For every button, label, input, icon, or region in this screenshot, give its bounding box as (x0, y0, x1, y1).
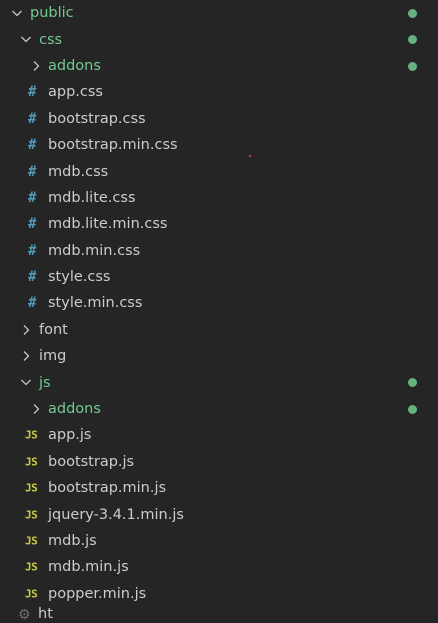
file-app-js[interactable]: JS app.js (0, 422, 438, 448)
js-file-icon: JS (25, 587, 38, 601)
folder-js-addons[interactable]: addons (0, 396, 438, 422)
folder-label: addons (48, 401, 101, 418)
hash-css-icon: # (28, 110, 37, 127)
folder-js[interactable]: js (0, 369, 438, 395)
file-style-min-css[interactable]: # style.min.css (0, 290, 438, 316)
gear-icon: ⚙ (18, 607, 31, 623)
file-explorer: { "colors": { "background": "#252526", "… (0, 0, 438, 623)
folder-css[interactable]: css (0, 26, 438, 52)
js-file-icon: JS (25, 481, 38, 495)
partial-row[interactable]: ⚙ ht (0, 603, 438, 623)
file-label: style.min.css (48, 295, 143, 312)
file-label: bootstrap.min.js (48, 480, 167, 497)
file-label: mdb.js (48, 533, 97, 549)
file-mdb-min-css[interactable]: # mdb.min.css (0, 238, 438, 264)
explorer-tree: public css addons # app.css # bootstrap.… (0, 0, 438, 607)
chevron-down-icon (10, 6, 24, 20)
hash-css-icon: # (28, 137, 37, 154)
modified-indicator (408, 35, 417, 45)
file-label: app.js (48, 427, 92, 444)
modified-indicator (408, 404, 417, 414)
js-file-icon: JS (25, 560, 38, 574)
modified-indicator (408, 9, 417, 18)
hash-css-icon: # (28, 269, 37, 286)
chevron-down-icon (19, 375, 33, 389)
chevron-down-icon (19, 32, 33, 46)
file-bootstrap-css[interactable]: # bootstrap.css (0, 106, 438, 132)
file-bootstrap-min-css[interactable]: # bootstrap.min.css (0, 132, 438, 158)
file-label: mdb.lite.css (48, 189, 136, 206)
folder-public[interactable]: public (0, 0, 438, 26)
file-label: mdb.lite.min.css (48, 216, 168, 233)
file-bootstrap-js[interactable]: JS bootstrap.js (0, 449, 438, 475)
file-label: bootstrap.js (48, 453, 135, 470)
red-speck (249, 155, 251, 157)
partial-label: ht (38, 606, 53, 622)
js-file-icon: JS (25, 428, 38, 442)
file-label: popper.min.js (48, 585, 147, 602)
folder-label: js (39, 374, 51, 391)
file-label: jquery-3.4.1.min.js (48, 506, 184, 523)
folder-img[interactable]: img (0, 343, 438, 369)
js-file-icon: JS (25, 455, 38, 469)
js-file-icon: JS (25, 508, 38, 522)
folder-label: img (39, 348, 67, 365)
folder-label: addons (48, 57, 101, 74)
chevron-right-icon (19, 323, 33, 337)
chevron-right-icon (29, 59, 43, 73)
hash-css-icon: # (28, 216, 37, 233)
file-mdb-css[interactable]: # mdb.css (0, 158, 438, 184)
hash-css-icon: # (28, 84, 37, 101)
file-label: bootstrap.min.css (48, 137, 178, 154)
folder-label: font (39, 321, 68, 338)
file-label: style.css (48, 269, 111, 286)
file-label: bootstrap.css (48, 110, 146, 127)
hash-css-icon: # (28, 295, 37, 312)
folder-label: public (30, 5, 74, 22)
hash-css-icon: # (28, 242, 37, 259)
file-jquery-min-js[interactable]: JS jquery-3.4.1.min.js (0, 501, 438, 527)
folder-css-addons[interactable]: addons (0, 53, 438, 79)
js-file-icon: JS (25, 534, 38, 548)
file-style-css[interactable]: # style.css (0, 264, 438, 290)
modified-indicator (408, 378, 417, 388)
file-app-css[interactable]: # app.css (0, 79, 438, 105)
file-bootstrap-min-js[interactable]: JS bootstrap.min.js (0, 475, 438, 501)
hash-css-icon: # (28, 163, 37, 180)
file-mdb-js[interactable]: JS mdb.js (0, 528, 438, 554)
chevron-right-icon (29, 402, 43, 416)
file-mdb-lite-css[interactable]: # mdb.lite.css (0, 185, 438, 211)
file-label: app.css (48, 84, 103, 101)
folder-label: css (39, 31, 63, 48)
file-label: mdb.min.css (48, 242, 141, 259)
modified-indicator (408, 61, 417, 71)
hash-css-icon: # (28, 189, 37, 206)
file-label: mdb.css (48, 163, 109, 180)
folder-font[interactable]: font (0, 317, 438, 343)
file-mdb-min-js[interactable]: JS mdb.min.js (0, 554, 438, 580)
file-mdb-lite-min-css[interactable]: # mdb.lite.min.css (0, 211, 438, 237)
file-label: mdb.min.js (48, 559, 129, 576)
chevron-right-icon (19, 349, 33, 363)
